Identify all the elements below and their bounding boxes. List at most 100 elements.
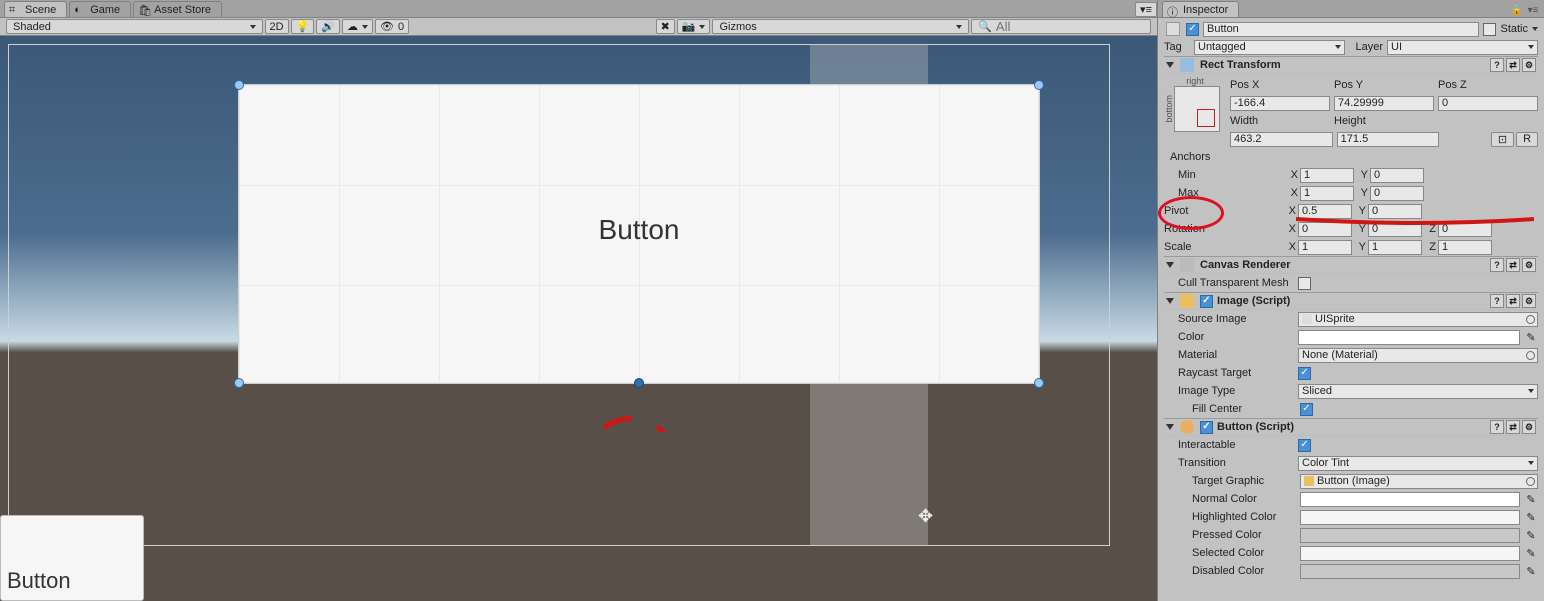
- docs-icon[interactable]: ?: [1490, 294, 1504, 308]
- selected-color-field[interactable]: [1300, 546, 1520, 561]
- lighting-icon[interactable]: 💡: [291, 19, 315, 34]
- preset-icon[interactable]: ⇄: [1506, 420, 1520, 434]
- height-input[interactable]: 171.5: [1337, 132, 1440, 147]
- toggle-2d[interactable]: 2D: [265, 19, 289, 34]
- preset-icon[interactable]: ⇄: [1506, 58, 1520, 72]
- cull-checkbox[interactable]: [1298, 277, 1311, 290]
- resize-handle-tr[interactable]: [1034, 80, 1044, 90]
- eyedropper-icon[interactable]: ✎: [1524, 493, 1538, 506]
- width-input[interactable]: 463.2: [1230, 132, 1333, 147]
- max-x-input[interactable]: 1: [1300, 186, 1354, 201]
- material-field[interactable]: None (Material): [1298, 348, 1538, 363]
- shading-dropdown[interactable]: Shaded: [6, 19, 263, 34]
- object-picker-icon[interactable]: [1526, 351, 1535, 360]
- source-image-field[interactable]: UISprite: [1298, 312, 1538, 327]
- tab-scene[interactable]: ⌗Scene: [4, 1, 67, 17]
- static-dropdown-icon[interactable]: [1532, 27, 1538, 31]
- docs-icon[interactable]: ?: [1490, 58, 1504, 72]
- pivot-y-input[interactable]: 0: [1368, 204, 1422, 219]
- button-title: Button (Script): [1217, 421, 1294, 433]
- color-field[interactable]: [1298, 330, 1520, 345]
- rot-z-input[interactable]: 0: [1438, 222, 1492, 237]
- transition-dropdown[interactable]: Color Tint: [1298, 456, 1538, 471]
- eyedropper-icon[interactable]: ✎: [1524, 331, 1538, 344]
- gear-icon[interactable]: ⚙: [1522, 294, 1536, 308]
- hidden-count[interactable]: 👁0: [375, 19, 409, 34]
- tool-icon[interactable]: ✖: [656, 19, 675, 34]
- raycast-checkbox[interactable]: [1298, 367, 1311, 380]
- scene-viewport[interactable]: Button ✥ Button: [0, 36, 1157, 601]
- gear-icon[interactable]: ⚙: [1522, 58, 1536, 72]
- anchor-preset-button[interactable]: [1174, 86, 1220, 132]
- image-type-dropdown[interactable]: Sliced: [1298, 384, 1538, 399]
- resize-handle-tl[interactable]: [234, 80, 244, 90]
- posz-input[interactable]: 0: [1438, 96, 1538, 111]
- tab-menu-icon[interactable]: ▾≡: [1526, 3, 1540, 17]
- disabled-color-field[interactable]: [1300, 564, 1520, 579]
- blueprint-button[interactable]: ⊡: [1491, 132, 1514, 147]
- max-y-input[interactable]: 0: [1370, 186, 1424, 201]
- resize-handle-br[interactable]: [1034, 378, 1044, 388]
- anchor-gizmo-icon[interactable]: ✥: [918, 506, 933, 527]
- gear-icon[interactable]: ⚙: [1522, 420, 1536, 434]
- docs-icon[interactable]: ?: [1490, 420, 1504, 434]
- preset-icon[interactable]: ⇄: [1506, 294, 1520, 308]
- object-picker-icon[interactable]: [1526, 315, 1535, 324]
- rect-transform-header[interactable]: Rect Transform ?⇄⚙: [1164, 56, 1538, 74]
- static-checkbox[interactable]: [1483, 23, 1496, 36]
- preset-icon[interactable]: ⇄: [1506, 258, 1520, 272]
- eyedropper-icon[interactable]: ✎: [1524, 511, 1538, 524]
- scale-x-input[interactable]: 1: [1298, 240, 1352, 255]
- object-picker-icon[interactable]: [1526, 477, 1535, 486]
- scale-y-input[interactable]: 1: [1368, 240, 1422, 255]
- rot-y-input[interactable]: 0: [1368, 222, 1422, 237]
- raw-edit-button[interactable]: R: [1516, 132, 1538, 147]
- lock-icon[interactable]: 🔒: [1510, 3, 1524, 17]
- gameobject-icon[interactable]: [1166, 22, 1180, 36]
- button-header[interactable]: Button (Script)?⇄⚙: [1164, 418, 1538, 436]
- inspector-tabs: ⓘInspector 🔒 ▾≡: [1158, 0, 1544, 18]
- image-enabled-checkbox[interactable]: [1200, 295, 1213, 308]
- scene-toolbar: Shaded 2D 💡 🔊 ☁ 👁0 ✖ 📷 Gizmos 🔍: [0, 18, 1157, 36]
- pressed-color-field[interactable]: [1300, 528, 1520, 543]
- gizmos-dropdown[interactable]: Gizmos: [712, 19, 969, 34]
- min-x-input[interactable]: 1: [1300, 168, 1354, 183]
- highlighted-color-field[interactable]: [1300, 510, 1520, 525]
- camera-dropdown[interactable]: 📷: [677, 19, 711, 34]
- posy-input[interactable]: 74.29999: [1334, 96, 1434, 111]
- active-checkbox[interactable]: [1186, 23, 1199, 36]
- pivot-x-input[interactable]: 0.5: [1298, 204, 1352, 219]
- gear-icon[interactable]: ⚙: [1522, 258, 1536, 272]
- static-label: Static: [1500, 23, 1528, 35]
- search-field[interactable]: [996, 19, 1144, 34]
- audio-icon[interactable]: 🔊: [316, 19, 340, 34]
- tab-asset-store[interactable]: 🛍Asset Store: [133, 1, 222, 17]
- eyedropper-icon[interactable]: ✎: [1524, 529, 1538, 542]
- gameobject-name-input[interactable]: Button: [1203, 22, 1479, 37]
- resize-handle-bl[interactable]: [234, 378, 244, 388]
- scale-z-input[interactable]: 1: [1438, 240, 1492, 255]
- tab-inspector[interactable]: ⓘInspector: [1162, 1, 1239, 17]
- eyedropper-icon[interactable]: ✎: [1524, 547, 1538, 560]
- search-input[interactable]: 🔍: [971, 19, 1151, 34]
- eyedropper-icon[interactable]: ✎: [1524, 565, 1538, 578]
- min-y-input[interactable]: 0: [1370, 168, 1424, 183]
- normal-color-field[interactable]: [1300, 492, 1520, 507]
- rot-x-input[interactable]: 0: [1298, 222, 1352, 237]
- anchors-max-label: Max: [1178, 187, 1282, 199]
- image-header[interactable]: Image (Script)?⇄⚙: [1164, 292, 1538, 310]
- canvas-renderer-header[interactable]: Canvas Renderer?⇄⚙: [1164, 256, 1538, 274]
- posx-input[interactable]: -166.4: [1230, 96, 1330, 111]
- target-graphic-field[interactable]: Button (Image): [1300, 474, 1538, 489]
- docs-icon[interactable]: ?: [1490, 258, 1504, 272]
- interactable-checkbox[interactable]: [1298, 439, 1311, 452]
- annotation-pivot-circle: [604, 330, 710, 432]
- tag-dropdown[interactable]: Untagged: [1194, 40, 1345, 55]
- layer-dropdown[interactable]: UI: [1387, 40, 1538, 55]
- fill-center-checkbox[interactable]: [1300, 403, 1313, 416]
- button-preview: Button: [0, 515, 144, 601]
- button-enabled-checkbox[interactable]: [1200, 421, 1213, 434]
- tab-options-icon[interactable]: ▾≡: [1135, 2, 1157, 17]
- tab-game[interactable]: ◐Game: [69, 1, 131, 17]
- fx-dropdown[interactable]: ☁: [342, 19, 373, 34]
